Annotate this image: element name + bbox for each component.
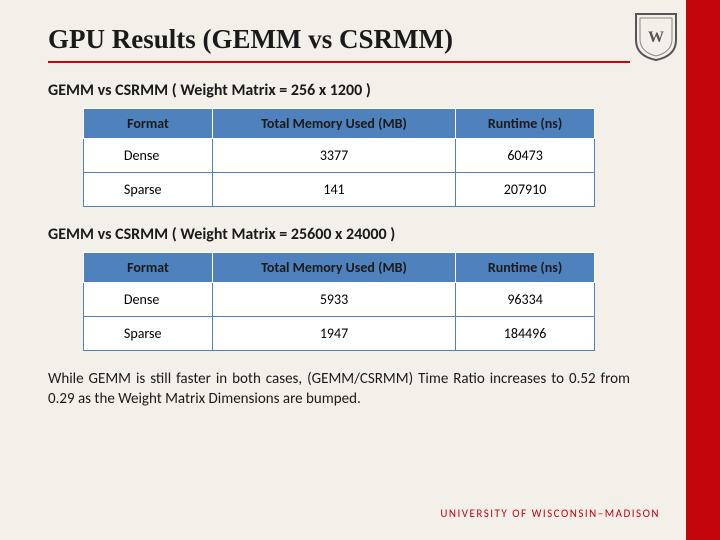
results-table-2: Format Total Memory Used (MB) Runtime (n…	[83, 252, 595, 351]
col-runtime: Runtime (ns)	[456, 109, 595, 139]
table-row: Sparse 1947 184496	[83, 317, 594, 351]
table-row: Dense 5933 96334	[83, 283, 594, 317]
summary-note: While GEMM is still faster in both cases…	[48, 369, 630, 410]
cell-memory: 5933	[213, 283, 456, 317]
col-memory: Total Memory Used (MB)	[213, 109, 456, 139]
table-header-row: Format Total Memory Used (MB) Runtime (n…	[83, 253, 594, 283]
accent-bar	[686, 0, 720, 540]
col-format: Format	[83, 253, 212, 283]
col-memory: Total Memory Used (MB)	[213, 253, 456, 283]
results-table-1: Format Total Memory Used (MB) Runtime (n…	[83, 108, 595, 207]
footer-university: UNIVERSITY OF WISCONSIN–MADISON	[440, 507, 660, 520]
cell-format: Sparse	[83, 317, 212, 351]
section-subtitle: GEMM vs CSRMM ( Weight Matrix = 25600 x …	[48, 225, 630, 244]
cell-format: Sparse	[83, 173, 212, 207]
cell-memory: 1947	[213, 317, 456, 351]
col-format: Format	[83, 109, 212, 139]
cell-runtime: 96334	[456, 283, 595, 317]
table-row: Dense 3377 60473	[83, 139, 594, 173]
title-underline	[48, 61, 630, 63]
cell-runtime: 184496	[456, 317, 595, 351]
page-title: GPU Results (GEMM vs CSRMM)	[48, 24, 630, 55]
col-runtime: Runtime (ns)	[456, 253, 595, 283]
cell-memory: 141	[213, 173, 456, 207]
cell-runtime: 60473	[456, 139, 595, 173]
table-header-row: Format Total Memory Used (MB) Runtime (n…	[83, 109, 594, 139]
cell-format: Dense	[83, 139, 212, 173]
svg-text:W: W	[648, 29, 664, 46]
university-crest-icon: W	[634, 12, 678, 62]
section-subtitle: GEMM vs CSRMM ( Weight Matrix = 256 x 12…	[48, 81, 630, 100]
cell-runtime: 207910	[456, 173, 595, 207]
cell-memory: 3377	[213, 139, 456, 173]
cell-format: Dense	[83, 283, 212, 317]
table-row: Sparse 141 207910	[83, 173, 594, 207]
